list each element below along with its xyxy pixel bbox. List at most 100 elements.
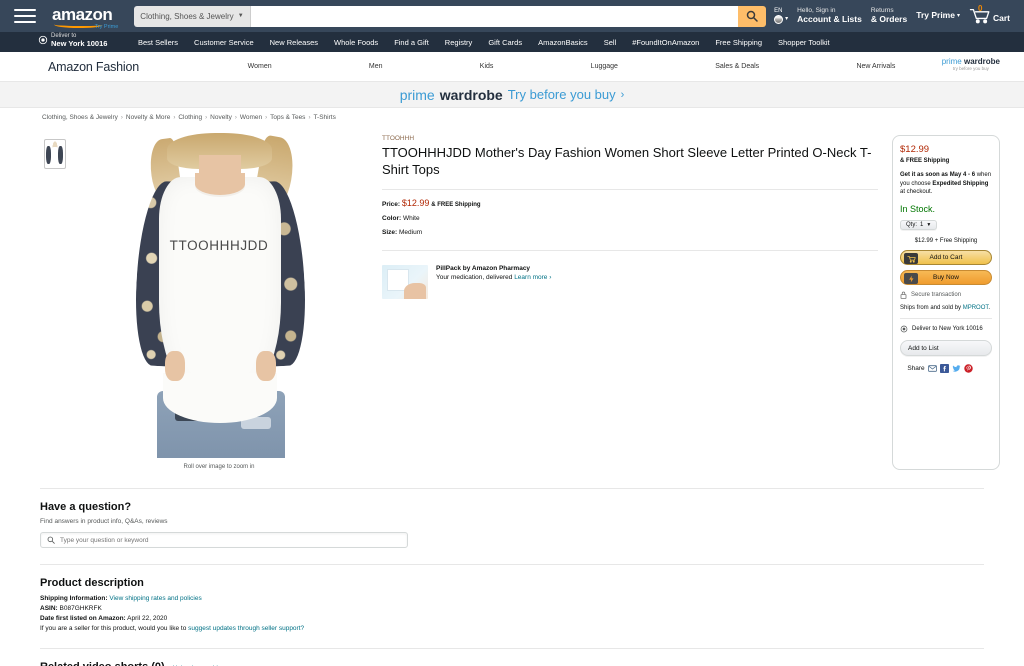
sold-by-row: Ships from and sold by MPROOT. [900,305,992,311]
subnav-item-sell[interactable]: Sell [596,36,625,49]
breadcrumb-item-4[interactable]: Women [240,114,262,121]
breadcrumb-item-3[interactable]: Novelty [210,114,232,121]
subnav-item-free-shipping[interactable]: Free Shipping [707,36,770,49]
product-price: $12.99 [401,197,430,208]
shipping-info-line: Shipping Information: View shipping rate… [40,594,984,604]
buybox-subtotal: $12.99 + Free Shipping [914,238,978,245]
subnav-item-shopper-toolkit[interactable]: Shopper Toolkit [770,36,838,49]
facebook-icon[interactable] [939,364,949,373]
search-icon [47,536,55,544]
product-thumbnail-1[interactable] [44,139,66,169]
quantity-dropdown[interactable]: Qty: 1 ▼ [900,220,938,231]
account-menu[interactable]: Hello, Sign in Account & Lists [797,7,862,24]
add-to-list-button[interactable]: Add to List [900,340,992,357]
quantity-label: Qty: [906,222,918,229]
search-button[interactable] [738,5,767,27]
prime-wardrobe-part1: prime [941,57,962,66]
color-label: Color: [382,214,402,222]
fashion-link-men[interactable]: Men [369,63,383,70]
fashion-link-sales-deals[interactable]: Sales & Deals [715,63,759,70]
shirt-print-text: TTOOHHHJDD [169,238,269,253]
shipping-rates-link[interactable]: View shipping rates and policies [109,595,201,602]
subnav-item-customer-service[interactable]: Customer Service [186,36,262,49]
amazon-logo[interactable]: amazon Try Prime [48,6,118,30]
subnav-item-amazonbasics[interactable]: AmazonBasics [530,36,596,49]
asin-line: ASIN: B087GHKRFK [40,604,984,614]
description-section-title: Product description [40,577,144,589]
shirt-collar [194,173,245,195]
date-listed-value: April 22, 2020 [127,615,168,623]
suggest-updates-link[interactable]: suggest updates through seller support? [188,625,304,632]
breadcrumb-item-0[interactable]: Clothing, Shoes & Jewelry [42,114,118,121]
pillpack-learn-more-link[interactable]: Learn more › [514,274,551,281]
color-value: White [402,214,420,222]
buybox-deliver-to-label: Deliver to New York 10016 [912,326,983,333]
breadcrumb-separator: › [265,114,268,121]
breadcrumb: Clothing, Shoes & Jewelry › Novelty & Mo… [0,108,1024,125]
cart-button[interactable]: 0 Cart [969,4,1010,24]
breadcrumb-item-5[interactable]: Tops & Tees [270,114,305,121]
search-input[interactable] [250,5,739,27]
breadcrumb-item-1[interactable]: Novelty & More [126,114,170,121]
product-brand-link[interactable]: TTOOHHH [382,135,878,142]
orders-line2: & Orders [870,13,908,24]
sold-by-suffix: . [988,305,991,312]
seller-link[interactable]: MPROOT [963,305,989,311]
chevron-right-icon: › [620,88,625,101]
cart-icon [904,253,918,265]
pillpack-ad-text: PillPack by Amazon Pharmacy Your medicat… [436,265,551,281]
subnav-item-new-releases[interactable]: New Releases [262,36,326,49]
subnav-item-registry[interactable]: Registry [437,36,481,49]
share-row: Share [886,364,994,373]
orders-menu[interactable]: Returns & Orders [871,7,907,24]
logo-tagline: Try Prime [94,24,119,30]
subnav-item-find-a-gift[interactable]: Find a Gift [386,36,437,49]
subnav-item-best-sellers[interactable]: Best Sellers [130,36,186,49]
language-label: EN [774,8,783,15]
pinterest-icon[interactable] [963,364,973,373]
email-icon[interactable] [927,364,937,373]
subnav-item-gift-cards[interactable]: Gift Cards [480,36,530,49]
try-prime-menu[interactable]: Try Prime ▾ [916,10,960,21]
secure-transaction-row[interactable]: Secure transaction [900,291,992,299]
breadcrumb-item-6[interactable]: T-Shirts [313,114,335,121]
pillpack-ad-subtitle: Your medication, delivered [436,273,513,281]
fashion-link-luggage[interactable]: Luggage [591,63,618,70]
thumbnail-image [46,141,64,167]
chevron-down-icon: ▼ [926,222,932,229]
secure-transaction-label: Secure transaction [911,292,962,299]
search-category-dropdown[interactable]: Clothing, Shoes & Jewelry ▼ [134,5,251,27]
flag-icon [774,14,784,24]
fashion-link-women[interactable]: Women [248,63,272,70]
product-main-image[interactable]: TTOOHHHJDD [106,133,332,458]
hamburger-icon[interactable] [14,7,36,25]
fashion-link-new-arrivals[interactable]: New Arrivals [856,63,895,70]
global-subnav: Deliver to New York 10016 Best Sellers C… [0,32,1024,52]
fashion-brand-label[interactable]: Amazon Fashion [48,60,139,74]
prime-wardrobe-banner[interactable]: prime wardrobe Try before you buy › [0,82,1024,108]
thumbnail-strip [40,125,74,470]
deliver-to-line2: New York 10016 [51,38,108,48]
breadcrumb-item-2[interactable]: Clothing [178,114,202,121]
fashion-nav: Amazon Fashion Women Men Kids Luggage Sa… [0,52,1024,82]
question-search-box[interactable] [40,532,408,548]
subnav-item-founditonamazon[interactable]: #FoundItOnAmazon [624,36,707,49]
cart-icon: 0 [969,4,991,24]
deliver-to-button[interactable]: Deliver to New York 10016 [38,33,107,48]
subnav-links: Best Sellers Customer Service New Releas… [130,36,838,49]
buybox-deliver-to[interactable]: Deliver to New York 10016 [900,325,992,333]
fashion-link-kids[interactable]: Kids [480,63,494,70]
buy-now-button[interactable]: Buy Now [900,270,992,286]
question-section-subtitle: Find answers in product info, Q&As, revi… [40,518,168,525]
size-label: Size: [382,228,398,236]
description-section: Product description Shipping Information… [0,565,1024,634]
add-to-list-label: Add to List [908,344,939,352]
question-input[interactable] [60,536,401,544]
subnav-item-whole-foods[interactable]: Whole Foods [326,36,386,49]
add-to-cart-button[interactable]: Add to Cart [900,250,992,266]
twitter-icon[interactable] [952,364,961,373]
pillpack-ad[interactable]: PillPack by Amazon Pharmacy Your medicat… [382,264,878,299]
question-section: Have a question? Find answers in product… [0,489,1024,548]
language-selector[interactable]: EN ▾ [774,8,788,24]
prime-wardrobe-logo[interactable]: prime wardrobe try before you buy [941,57,1000,72]
